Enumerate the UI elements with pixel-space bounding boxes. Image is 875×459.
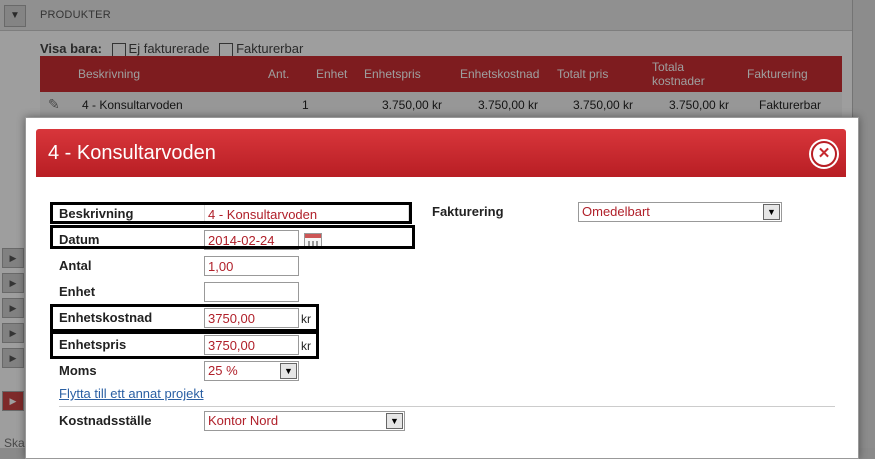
- antal-label: Antal: [59, 258, 92, 273]
- fakturering-select[interactable]: Omedelbart ▼: [578, 202, 782, 222]
- dialog-divider: [59, 406, 835, 407]
- enhet-label: Enhet: [59, 284, 96, 299]
- highlight-box: [50, 331, 319, 359]
- highlight-box: [50, 304, 319, 332]
- fakturering-label: Fakturering: [432, 204, 504, 219]
- edit-product-dialog: 4 - Konsultarvoden ✕ Beskrivning 4 - Kon…: [25, 117, 859, 459]
- highlight-box: [50, 202, 412, 224]
- dialog-title: 4 - Konsultarvoden: [48, 142, 216, 164]
- moms-select[interactable]: 25 % ▼: [204, 361, 299, 381]
- move-project-link[interactable]: Flytta till ett annat projekt: [59, 386, 204, 401]
- antal-field[interactable]: 1,00: [204, 256, 299, 276]
- kostnadsstalle-select[interactable]: Kontor Nord ▼: [204, 411, 405, 431]
- close-icon[interactable]: ✕: [811, 141, 837, 167]
- kostnadsstalle-label: Kostnadsställe: [59, 413, 152, 428]
- dialog-header: 4 - Konsultarvoden ✕: [36, 129, 846, 177]
- enhet-field[interactable]: [204, 282, 299, 302]
- chevron-down-icon[interactable]: ▼: [763, 204, 780, 220]
- highlight-box: [50, 225, 415, 249]
- chevron-down-icon[interactable]: ▼: [280, 363, 297, 379]
- kostnadsstalle-selected-value: Kontor Nord: [208, 413, 279, 428]
- fakturering-selected-value: Omedelbart: [582, 204, 650, 219]
- chevron-down-icon[interactable]: ▼: [386, 413, 403, 429]
- moms-selected-value: 25 %: [208, 363, 238, 378]
- moms-label: Moms: [59, 363, 97, 378]
